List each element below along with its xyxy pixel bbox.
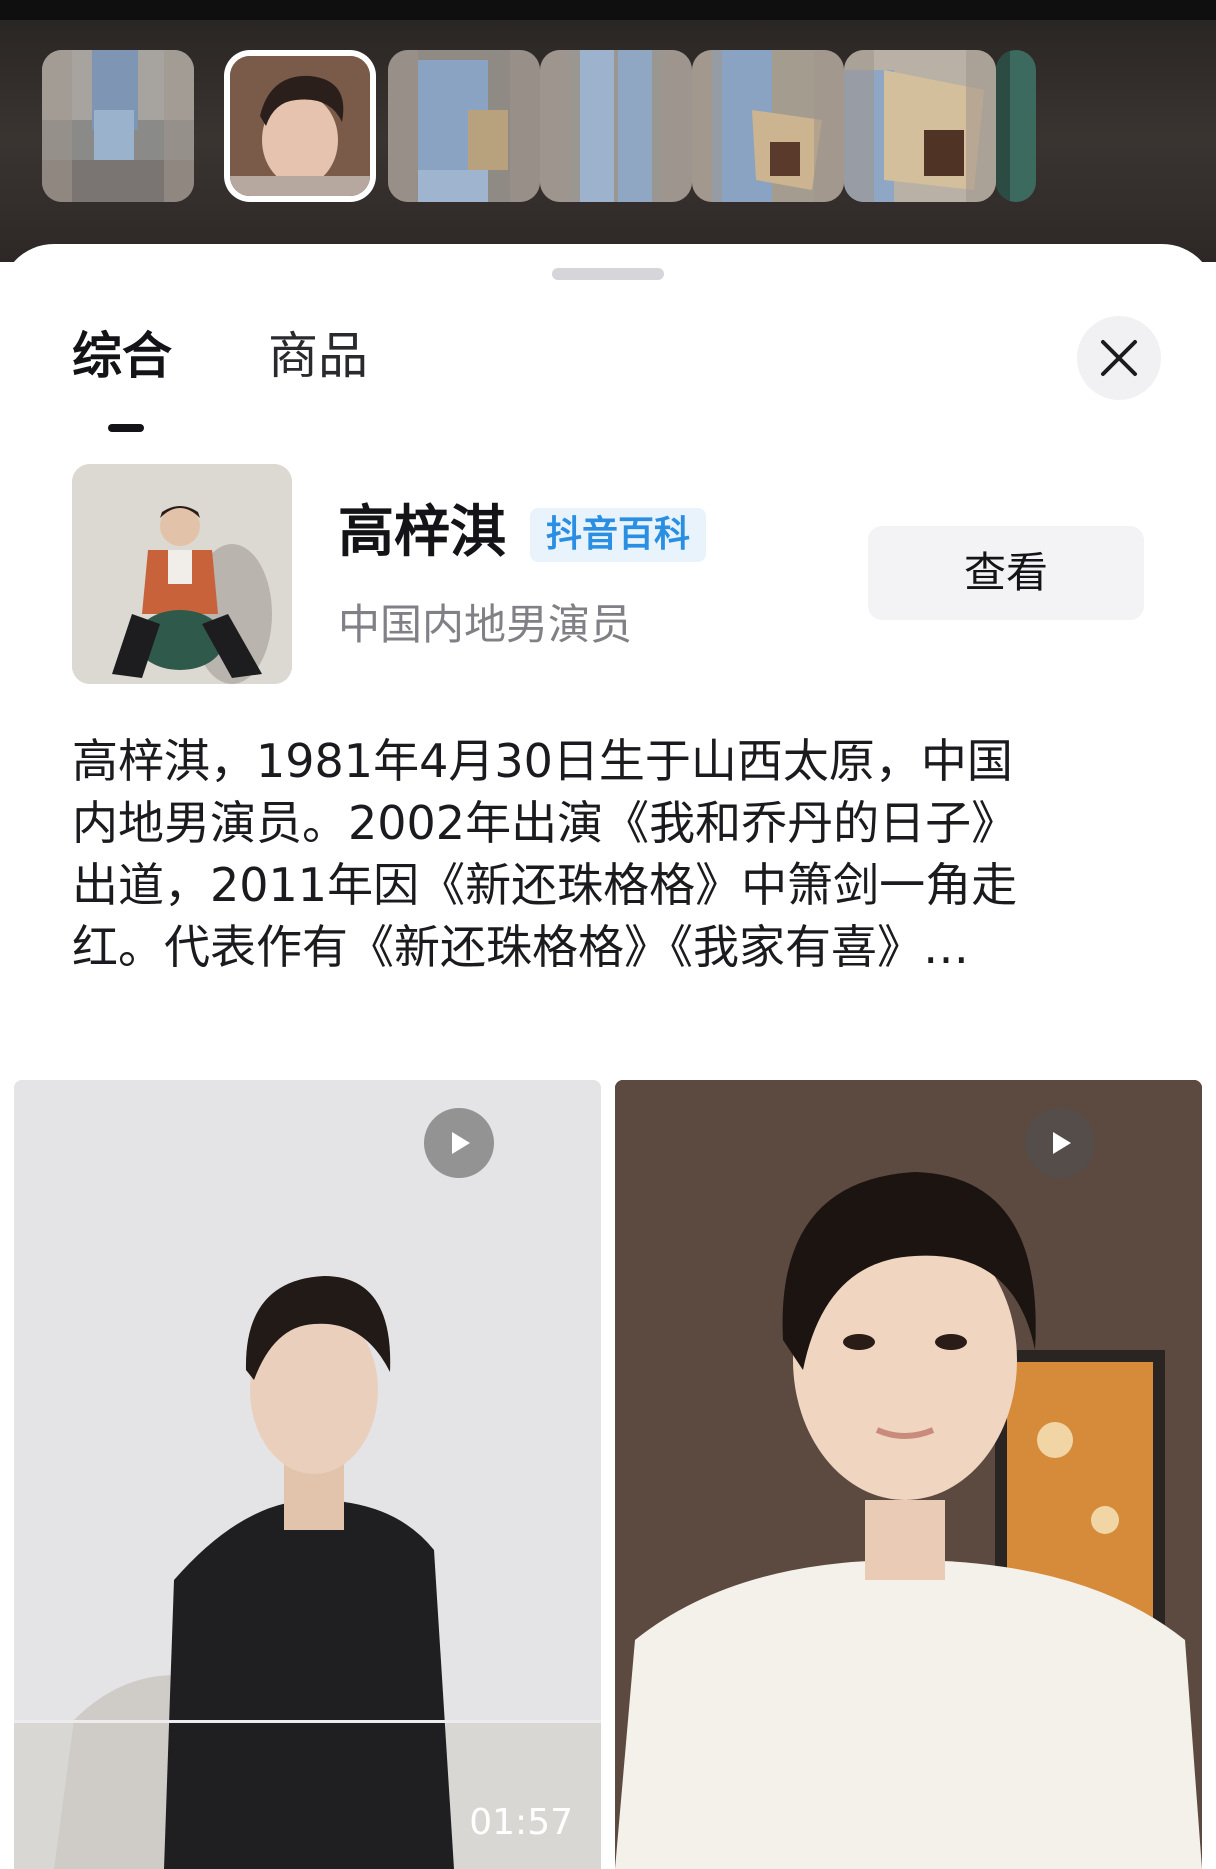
- thumbnail-6[interactable]: [844, 50, 996, 202]
- bio-line: 红。代表作有《新还珠格格》《我家有喜》…: [72, 920, 969, 974]
- play-icon: [1053, 1132, 1071, 1154]
- view-button[interactable]: 查看: [868, 526, 1144, 620]
- tab-comprehensive[interactable]: 综合: [72, 326, 172, 386]
- active-tab-indicator: [108, 424, 144, 432]
- video-2-thumbnail: [615, 1080, 1202, 1869]
- thumbnail-1[interactable]: [42, 50, 194, 202]
- encyclopedia-badge: 抖音百科: [530, 508, 707, 562]
- thumbnail-7[interactable]: [996, 50, 1036, 202]
- thumbnail-2-image: [230, 56, 370, 196]
- thumbnail-2[interactable]: [230, 56, 370, 196]
- person-description: 中国内地男演员: [338, 600, 633, 649]
- bio-line: 内地男演员。2002年出演《我和乔丹的日子》: [72, 796, 1018, 850]
- video-card-2[interactable]: [615, 1080, 1202, 1869]
- video-card-1[interactable]: 01:57: [14, 1080, 601, 1869]
- avatar-image: [72, 464, 292, 684]
- video-duration: 01:57: [469, 1802, 573, 1843]
- play-button[interactable]: [424, 1108, 494, 1178]
- image-thumbnail-strip: [0, 0, 1216, 262]
- close-button[interactable]: [1077, 316, 1161, 400]
- tab-products[interactable]: 商品: [268, 326, 368, 386]
- close-icon: [1101, 340, 1137, 376]
- thumbnail-7-image: [996, 50, 1036, 202]
- thumbnail-4[interactable]: [540, 50, 692, 202]
- bio-line: 出道，2011年因《新还珠格格》中箫剑一角走: [72, 858, 1018, 912]
- search-result-sheet: 综合 商品 高梓淇 抖音百科 中国内地男演员 查看 高梓淇，1981年4月30日…: [0, 244, 1216, 1869]
- thumbnail-list: [42, 50, 1216, 202]
- person-name[interactable]: 高梓淇: [338, 500, 506, 566]
- profile-avatar[interactable]: [72, 464, 292, 684]
- thumbnail-3[interactable]: [388, 50, 540, 202]
- play-button[interactable]: [1025, 1108, 1095, 1178]
- video-1-thumbnail: [14, 1080, 601, 1869]
- bio-line: 高梓淇，1981年4月30日生于山西太原，中国: [72, 734, 1013, 788]
- thumbnail-5[interactable]: [692, 50, 844, 202]
- biography-text[interactable]: 高梓淇，1981年4月30日生于山西太原，中国 内地男演员。2002年出演《我和…: [72, 730, 1152, 978]
- play-icon: [452, 1132, 470, 1154]
- drag-handle[interactable]: [552, 268, 664, 280]
